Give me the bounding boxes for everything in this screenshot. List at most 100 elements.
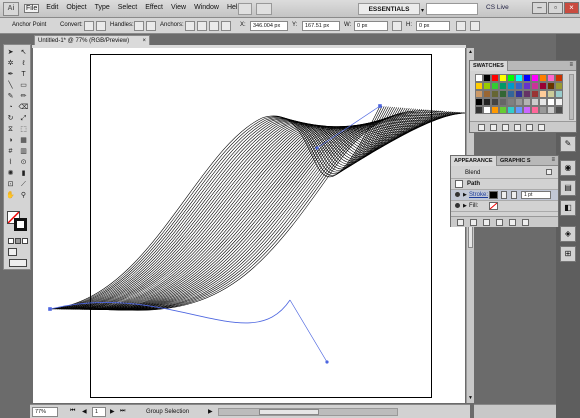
swatch-options-icon[interactable]: [502, 123, 509, 131]
swatch[interactable]: [507, 82, 515, 90]
swatch[interactable]: [507, 90, 515, 98]
rotate-tool-icon[interactable]: ↻: [5, 114, 16, 124]
swatch[interactable]: [547, 98, 555, 106]
stroke-weight-field[interactable]: 1 pt: [521, 191, 551, 199]
swatch[interactable]: [483, 90, 491, 98]
mesh-tool-icon[interactable]: #: [5, 147, 16, 157]
swatch[interactable]: [555, 98, 563, 106]
tab-graphic-styles[interactable]: GRAPHIC S: [497, 156, 534, 166]
new-color-group-icon[interactable]: [514, 123, 521, 131]
expand-triangle-icon[interactable]: ▶: [463, 190, 467, 200]
zoom-field[interactable]: 77%: [32, 407, 58, 417]
next-page-icon[interactable]: ▶: [110, 408, 115, 415]
none-mode-icon[interactable]: [22, 238, 28, 244]
hide-handles-icon[interactable]: [146, 21, 156, 31]
symbol-sprayer-tool-icon[interactable]: ✺: [5, 169, 16, 179]
swatch[interactable]: [531, 98, 539, 106]
column-graph-tool-icon[interactable]: ▮: [18, 169, 29, 179]
bridge-button[interactable]: [238, 3, 252, 15]
swatch[interactable]: [515, 106, 523, 114]
prev-page-icon[interactable]: ◀: [82, 408, 87, 415]
show-swatch-kinds-icon[interactable]: [490, 123, 497, 131]
swatch[interactable]: [547, 82, 555, 90]
swatch[interactable]: [539, 74, 547, 82]
stroke-panel-icon[interactable]: ◉: [560, 160, 576, 176]
stroke-weight-stepper[interactable]: [511, 191, 517, 199]
width-tool-icon[interactable]: ⧖: [5, 125, 16, 135]
swatch[interactable]: [491, 90, 499, 98]
pen-tool-icon[interactable]: ✒: [5, 70, 16, 80]
scroll-up-icon[interactable]: ▲: [467, 49, 474, 56]
object-row[interactable]: Blend: [451, 168, 558, 179]
line-tool-icon[interactable]: ╲: [5, 81, 16, 91]
h-scroll-thumb[interactable]: [259, 409, 319, 415]
swatch[interactable]: [499, 74, 507, 82]
swatch[interactable]: [555, 82, 563, 90]
swatch[interactable]: [523, 90, 531, 98]
menu-effect[interactable]: Effect: [144, 4, 164, 13]
stroke-label[interactable]: Stroke:: [469, 190, 488, 200]
magic-wand-tool-icon[interactable]: ✲: [5, 59, 16, 69]
panel-menu-icon[interactable]: [470, 21, 480, 31]
swatch[interactable]: [531, 82, 539, 90]
shape-builder-tool-icon[interactable]: ◑: [5, 136, 16, 146]
blend-tool-icon[interactable]: ⊙: [18, 158, 29, 168]
swatch[interactable]: [475, 74, 483, 82]
perspective-grid-tool-icon[interactable]: ▦: [18, 136, 29, 146]
direction-handle-line[interactable]: [289, 299, 328, 363]
swatch[interactable]: [475, 90, 483, 98]
cut-path-icon[interactable]: [197, 21, 207, 31]
menu-file[interactable]: File: [24, 4, 40, 13]
swatch[interactable]: [515, 74, 523, 82]
remove-anchor-icon[interactable]: [185, 21, 195, 31]
align-icon[interactable]: [209, 21, 219, 31]
swatch[interactable]: [483, 74, 491, 82]
horizontal-scrollbar[interactable]: [218, 408, 398, 416]
collapse-icon[interactable]: [546, 169, 552, 175]
swatches-scrollbar[interactable]: [569, 74, 574, 120]
new-swatch-icon[interactable]: [526, 123, 533, 131]
scroll-down-icon[interactable]: ▼: [467, 395, 474, 402]
stroke-row[interactable]: ▶ Stroke: 1 pt: [451, 190, 558, 201]
swatch[interactable]: [555, 74, 563, 82]
slice-tool-icon[interactable]: ⟋: [18, 180, 29, 190]
rectangle-tool-icon[interactable]: ▭: [18, 81, 29, 91]
swatch[interactable]: [531, 106, 539, 114]
fill-swatch-none[interactable]: [489, 202, 498, 210]
draw-mode-icon[interactable]: [8, 248, 17, 256]
swatch[interactable]: [491, 82, 499, 90]
help-search-input[interactable]: [426, 3, 478, 15]
gradient-mode-icon[interactable]: [15, 238, 21, 244]
swatch-libraries-icon[interactable]: [478, 123, 485, 131]
minimize-icon[interactable]: –: [532, 2, 547, 14]
swatch[interactable]: [555, 90, 563, 98]
path-row[interactable]: Path: [451, 179, 558, 190]
swatch[interactable]: [483, 106, 491, 114]
swatch[interactable]: [515, 82, 523, 90]
swatch[interactable]: [539, 106, 547, 114]
show-handles-icon[interactable]: [134, 21, 144, 31]
menu-edit[interactable]: Edit: [45, 4, 59, 13]
anchor-point[interactable]: [378, 104, 382, 108]
swatch[interactable]: [491, 106, 499, 114]
eraser-tool-icon[interactable]: ⌫: [18, 103, 29, 113]
free-transform-tool-icon[interactable]: ⬚: [18, 125, 29, 135]
swatch[interactable]: [475, 106, 483, 114]
layers-panel-icon[interactable]: ◈: [560, 226, 576, 242]
swatch[interactable]: [547, 106, 555, 114]
chevron-down-icon[interactable]: ▾: [421, 7, 424, 14]
swatch[interactable]: [523, 98, 531, 106]
lasso-tool-icon[interactable]: ℓ: [18, 59, 29, 69]
tab-swatches[interactable]: SWATCHES: [470, 61, 508, 71]
swatch[interactable]: [523, 106, 531, 114]
swatch[interactable]: [531, 74, 539, 82]
stroke-color-icon[interactable]: [14, 218, 27, 231]
w-field[interactable]: 0 px: [354, 21, 388, 31]
color-mode-icon[interactable]: [8, 238, 14, 244]
duplicate-item-icon[interactable]: [509, 218, 516, 226]
delete-swatch-icon[interactable]: [538, 123, 545, 131]
swatch[interactable]: [515, 90, 523, 98]
swatch[interactable]: [499, 98, 507, 106]
panel-menu-icon[interactable]: ≡: [551, 157, 555, 163]
direction-handle-point[interactable]: [325, 360, 329, 364]
